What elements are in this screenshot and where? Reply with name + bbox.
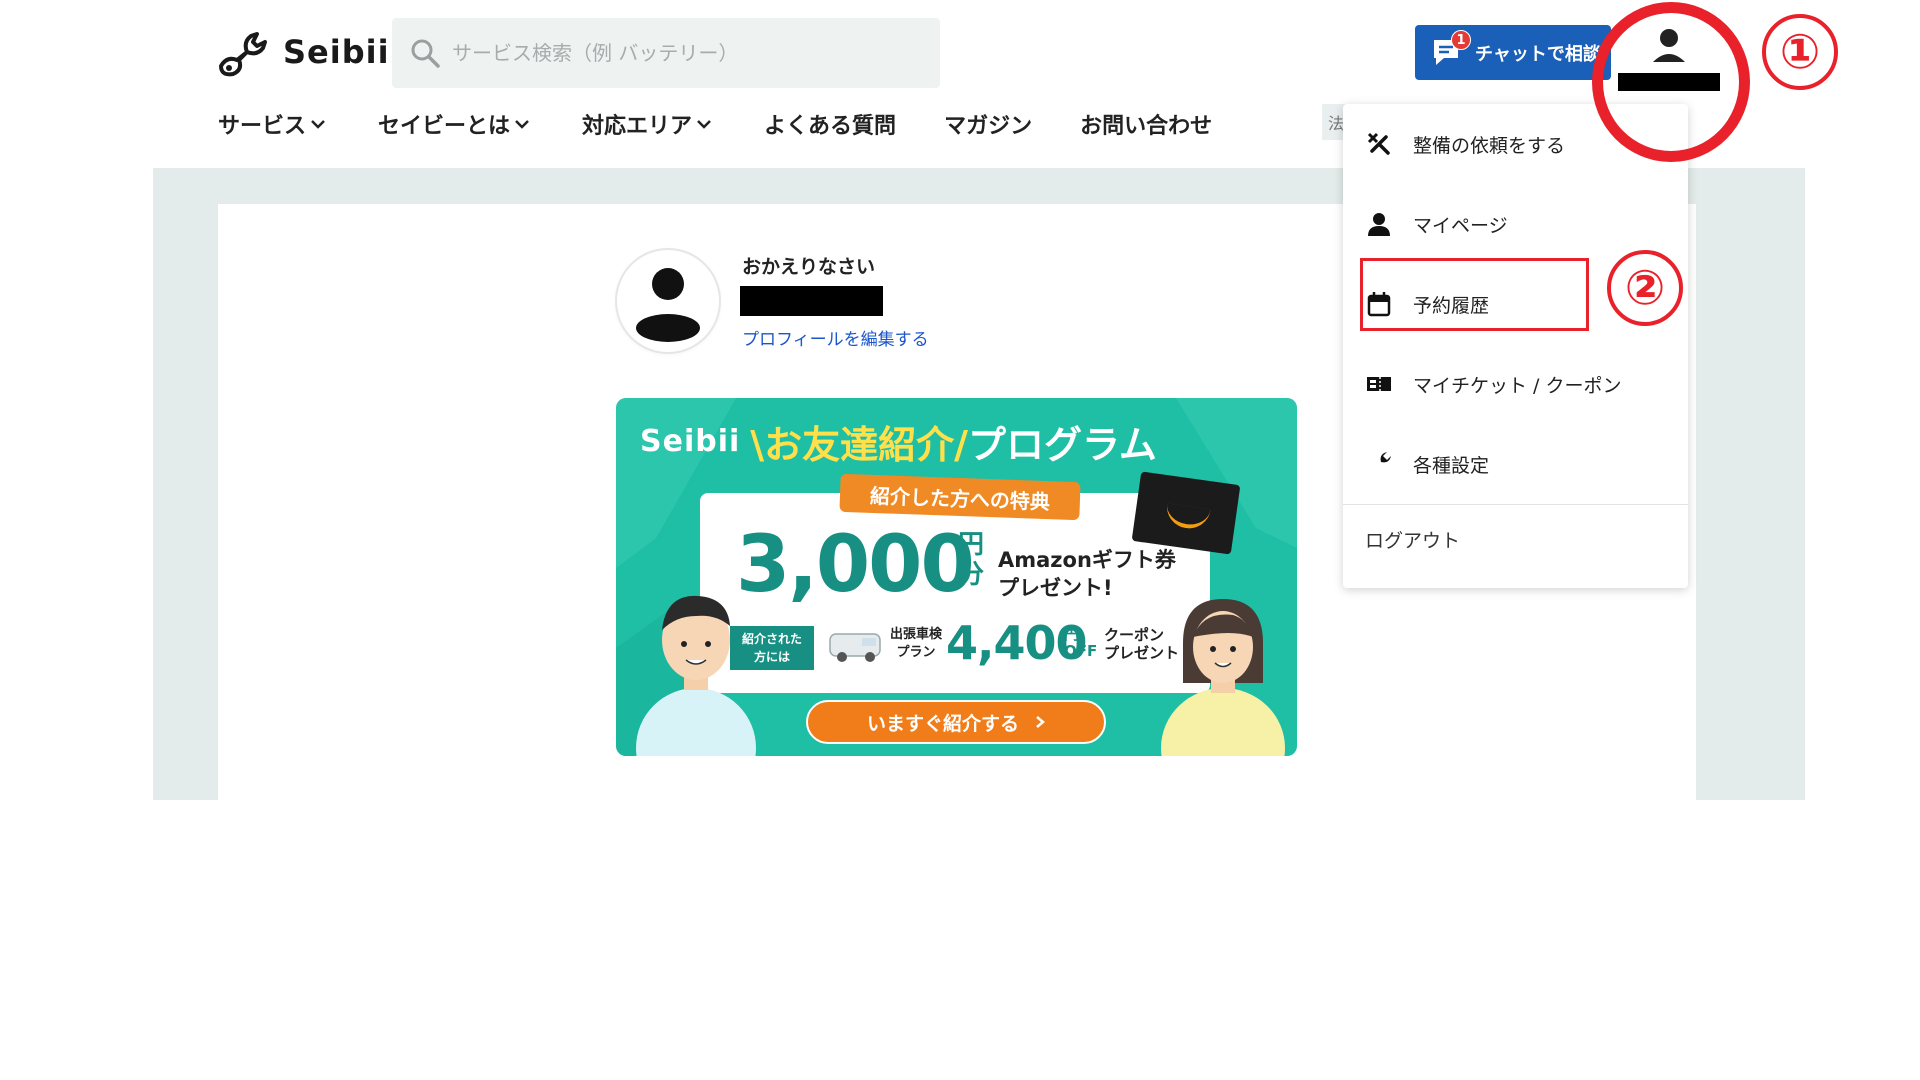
menu-item-tickets-coupons[interactable]: マイチケット / クーポン (1343, 354, 1688, 414)
man-illustration (636, 595, 756, 756)
annotation-step-2: ② (1607, 250, 1683, 326)
plan-text: 出張車検 プラン (890, 626, 942, 662)
annotation-circle-avatar (1592, 2, 1750, 162)
nav-item-label: よくある質問 (764, 114, 897, 139)
profile-avatar (617, 250, 719, 352)
logout-button[interactable]: ログアウト (1365, 526, 1460, 553)
amazon-card-icon (1131, 471, 1241, 555)
off-line1: 円 (1064, 625, 1080, 643)
redacted-display-name (740, 286, 883, 316)
annotation-highlight-reservation (1360, 258, 1589, 331)
search-input[interactable] (450, 40, 924, 66)
ticket-icon (1365, 370, 1393, 398)
menu-item-label: マイチケット / クーポン (1413, 374, 1622, 397)
tools-icon (1365, 130, 1393, 158)
edit-profile-link[interactable]: プロフィールを編集する (742, 325, 929, 350)
nav-item-about[interactable]: セイビーとは (378, 108, 530, 140)
chevron-down-icon (697, 120, 711, 129)
user-dropdown-menu: 整備の依頼をする マイページ 予約履歴 マイチケット / クーポン 各種設定 ロ… (1343, 104, 1688, 588)
refer-now-label: いますぐ紹介する (866, 712, 1019, 735)
nav-item-label: お問い合わせ (1080, 114, 1213, 139)
woman-illustration (1161, 599, 1285, 756)
nav-item-services[interactable]: サービス (218, 108, 326, 140)
plan-line1: 出張車検 (890, 627, 943, 642)
banner-title-highlight: \お友達紹介/ (750, 423, 969, 467)
chevron-down-icon (515, 120, 529, 129)
chat-icon: 1 (1431, 29, 1471, 70)
menu-item-label: 整備の依頼をする (1413, 134, 1566, 157)
person-silhouette-icon (636, 268, 700, 342)
nav-item-faq[interactable]: よくある質問 (764, 108, 896, 140)
menu-item-settings[interactable]: 各種設定 (1343, 434, 1688, 494)
nav-item-label: セイビーとは (378, 114, 511, 139)
gift-description: Amazonギフト券 プレゼント! (998, 546, 1176, 602)
off-line2: OFF (1064, 642, 1098, 660)
off-label: 円 OFF (1064, 626, 1097, 660)
banner-title-rest: プログラム (968, 423, 1157, 467)
menu-divider (1343, 504, 1688, 505)
refer-now-button[interactable]: いますぐ紹介する (806, 700, 1106, 744)
wrench-icon (1365, 450, 1393, 478)
banner-logo-text: Seibii (640, 424, 741, 459)
banner-title: Seibii \お友達紹介/ プログラム (640, 414, 1157, 469)
nav-item-area[interactable]: 対応エリア (582, 108, 712, 140)
menu-item-mypage[interactable]: マイページ (1343, 194, 1688, 254)
annotation-step-1: ① (1762, 14, 1838, 90)
chevron-down-icon (311, 120, 325, 129)
chat-button-label: チャットで相談 (1475, 43, 1601, 65)
search-bar[interactable] (392, 18, 940, 88)
chevron-right-icon (1036, 716, 1045, 728)
nav-item-magazine[interactable]: マガジン (944, 108, 1032, 140)
search-icon (411, 39, 440, 68)
van-icon (829, 633, 881, 662)
wrench-logo-icon (219, 32, 267, 77)
gift-line1: Amazonギフト券 (998, 548, 1176, 572)
plan-line2: プラン (896, 645, 936, 660)
nav-item-contact[interactable]: お問い合わせ (1080, 108, 1212, 140)
seibii-logo[interactable]: Seibii (215, 26, 390, 78)
nav-item-label: 対応エリア (582, 114, 693, 139)
gift-line2: プレゼント! (998, 576, 1113, 600)
yen-unit: 円 分 (958, 530, 984, 590)
referral-banner[interactable]: Seibii \お友達紹介/ プログラム 紹介した方への特典 3,000 円 分… (616, 398, 1297, 756)
notification-badge: 1 (1451, 29, 1471, 50)
menu-item-label: マイページ (1413, 214, 1508, 237)
yen-unit-line1: 円 (958, 530, 985, 560)
yen-unit-line2: 分 (958, 560, 985, 590)
gift-amount: 3,000 (736, 520, 975, 610)
welcome-text: おかえりなさい (742, 256, 876, 278)
main-nav: サービス セイビーとは 対応エリア よくある質問 マガジン お問い合わせ (218, 104, 1212, 144)
menu-item-label: 各種設定 (1413, 454, 1490, 477)
nav-item-label: マガジン (944, 114, 1033, 139)
logo-text: Seibii (283, 33, 390, 71)
person-icon (1365, 210, 1393, 238)
chat-consult-button[interactable]: 1 チャットで相談 (1415, 25, 1611, 80)
nav-item-label: サービス (218, 114, 307, 139)
